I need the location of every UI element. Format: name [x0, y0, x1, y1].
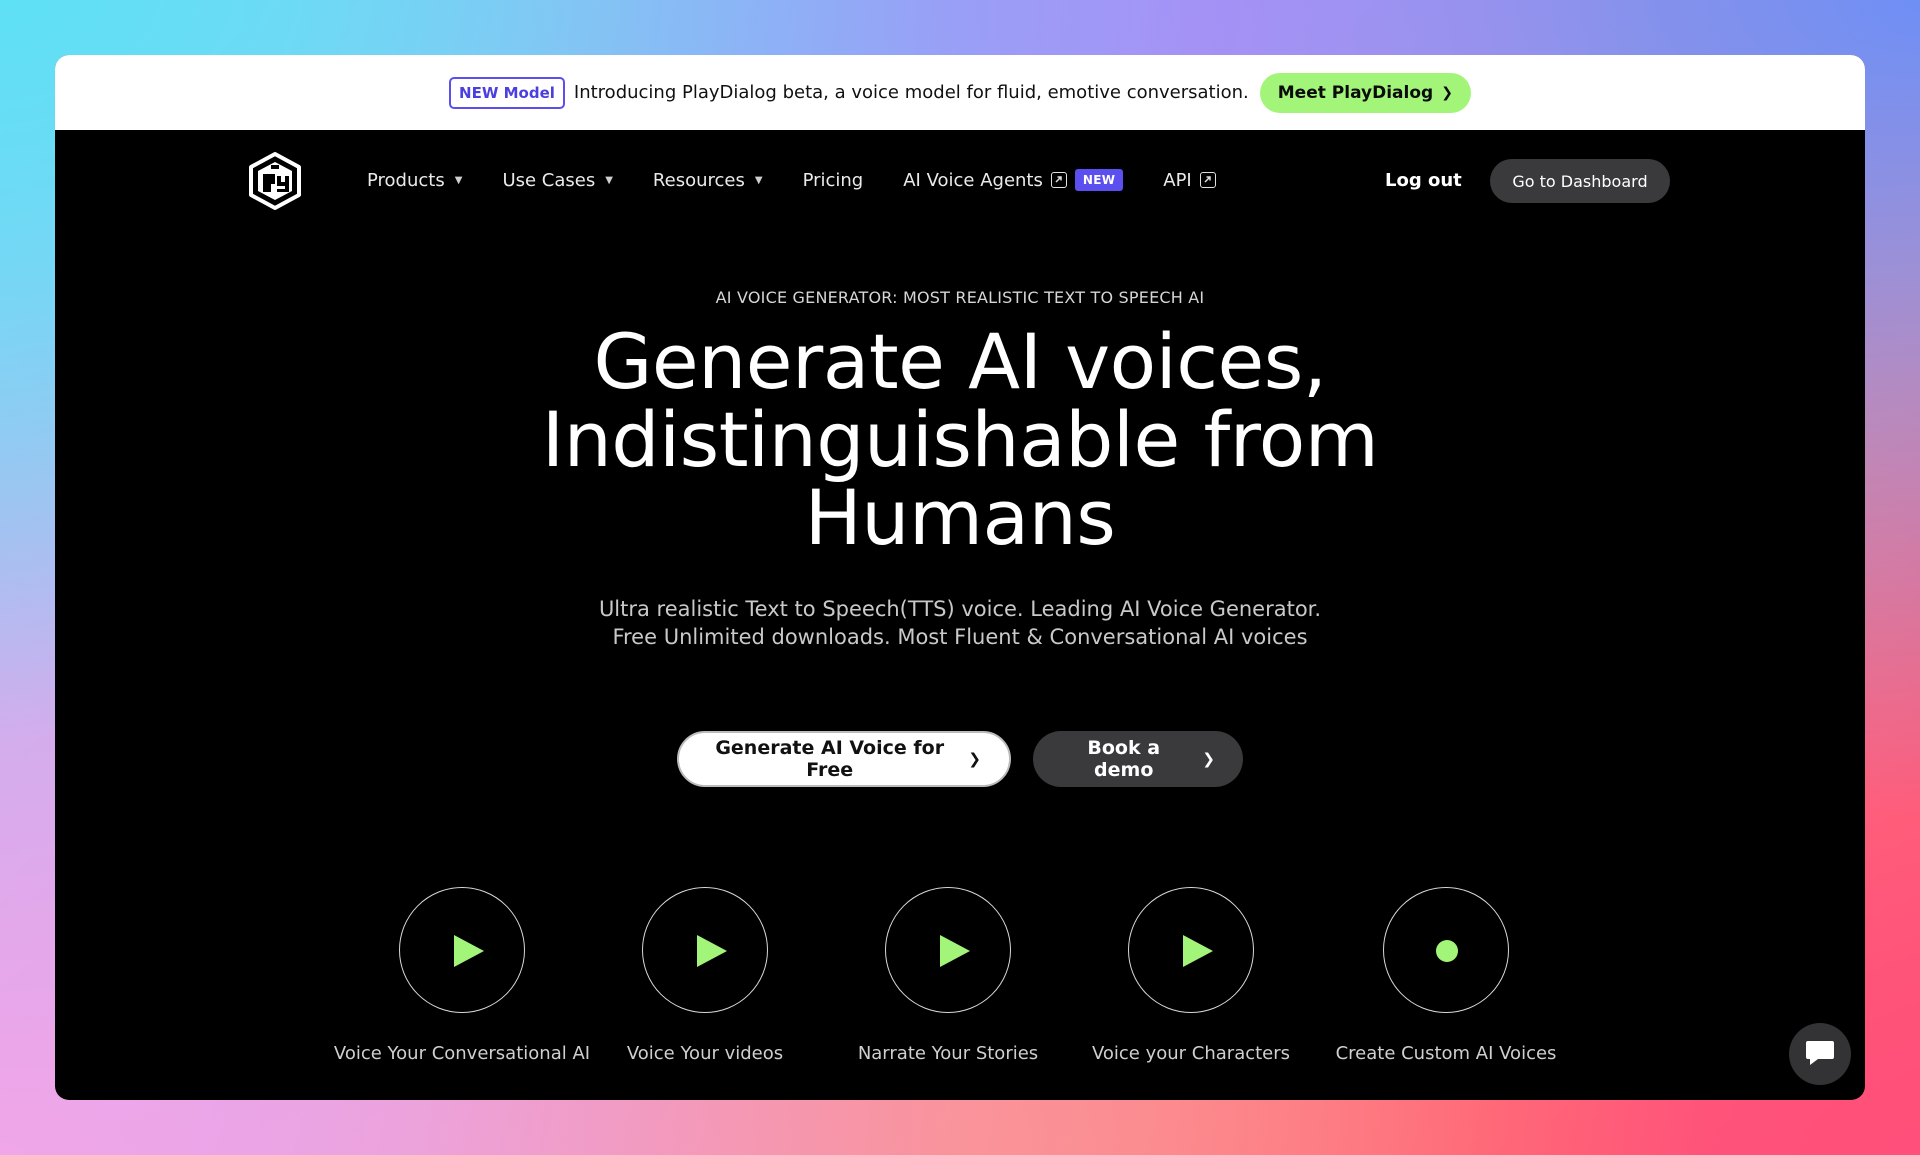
- headline-line: Generate AI voices,: [593, 317, 1327, 406]
- external-link-icon: [1199, 172, 1216, 188]
- nav-item-label: Resources: [652, 169, 745, 191]
- meet-playdialog-button[interactable]: Meet PlayDialog ❯: [1259, 72, 1471, 113]
- nav-item-label: AI Voice Agents: [903, 169, 1043, 191]
- feature-label: Voice your Characters: [1091, 1043, 1291, 1064]
- subtitle-line: Free Unlimited downloads. Most Fluent & …: [612, 625, 1308, 649]
- main-nav: Products ▼ Use Cases ▼ Resources ▼ Prici…: [55, 130, 1865, 230]
- generate-ai-voice-label: Generate AI Voice for Free: [715, 737, 945, 781]
- meet-playdialog-label: Meet PlayDialog: [1277, 82, 1434, 103]
- nav-item-resources[interactable]: Resources ▼: [653, 170, 763, 191]
- generate-ai-voice-button[interactable]: Generate AI Voice for Free ❯: [677, 731, 1011, 787]
- nav-item-api[interactable]: API: [1163, 169, 1216, 191]
- feature-conversational-ai[interactable]: Voice Your Conversational AI: [327, 887, 597, 1064]
- caret-down-icon: ▼: [605, 174, 613, 186]
- new-model-badge: NEW Model: [449, 76, 565, 109]
- playht-logo[interactable]: [248, 152, 302, 210]
- nav-item-use-cases[interactable]: Use Cases ▼: [502, 170, 612, 191]
- nav-item-label: Pricing: [802, 169, 864, 191]
- book-demo-label: Book a demo: [1087, 737, 1161, 781]
- feature-label: Voice Your videos: [626, 1043, 784, 1064]
- record-button[interactable]: [1383, 887, 1509, 1013]
- hero-cta-group: Generate AI Voice for Free ❯ Book a demo…: [55, 731, 1865, 787]
- nav-item-label: Use Cases: [502, 169, 596, 191]
- use-case-row: Voice Your Conversational AI Voice Your …: [55, 887, 1865, 1087]
- feature-label: Narrate Your Stories: [857, 1043, 1039, 1064]
- play-button[interactable]: [885, 887, 1011, 1013]
- feature-stories[interactable]: Narrate Your Stories: [813, 887, 1083, 1064]
- hero-headline: Generate AI voices, Indistinguishable fr…: [460, 323, 1460, 557]
- feature-videos[interactable]: Voice Your videos: [570, 887, 840, 1064]
- chevron-right-icon: ❯: [1202, 750, 1215, 768]
- hero-section: AI VOICE GENERATOR: MOST REALISTIC TEXT …: [55, 230, 1865, 787]
- feature-custom-voices[interactable]: Create Custom AI Voices: [1311, 887, 1581, 1064]
- nav-item-ai-voice-agents[interactable]: AI Voice Agents NEW: [903, 169, 1124, 191]
- logout-link[interactable]: Log out: [1385, 130, 1462, 230]
- play-icon: [454, 935, 484, 967]
- nav-item-products[interactable]: Products ▼: [367, 170, 462, 191]
- browser-window: NEW Model Introducing PlayDialog beta, a…: [55, 55, 1865, 1100]
- chat-bubble-icon: [1806, 1041, 1834, 1065]
- caret-down-icon: ▼: [754, 174, 763, 186]
- external-link-icon: [1050, 172, 1067, 188]
- headline-line: Indistinguishable from: [541, 395, 1379, 484]
- announcement-text: Introducing PlayDialog beta, a voice mod…: [573, 82, 1249, 103]
- chat-widget-button[interactable]: [1789, 1023, 1851, 1085]
- headline-line: Humans: [804, 473, 1116, 562]
- play-button[interactable]: [1128, 887, 1254, 1013]
- play-button[interactable]: [399, 887, 525, 1013]
- nav-item-label: API: [1163, 169, 1192, 191]
- hero-eyebrow: AI VOICE GENERATOR: MOST REALISTIC TEXT …: [715, 288, 1205, 307]
- nav-item-label: Products: [367, 169, 445, 191]
- feature-characters[interactable]: Voice your Characters: [1056, 887, 1326, 1064]
- chevron-right-icon: ❯: [968, 750, 981, 768]
- play-icon: [1183, 935, 1213, 967]
- chevron-right-icon: ❯: [1441, 84, 1453, 101]
- record-dot-icon: [1436, 940, 1458, 962]
- announcement-bar: NEW Model Introducing PlayDialog beta, a…: [55, 55, 1865, 130]
- play-icon: [940, 935, 970, 967]
- go-to-dashboard-button[interactable]: Go to Dashboard: [1490, 159, 1670, 203]
- play-button[interactable]: [642, 887, 768, 1013]
- book-demo-button[interactable]: Book a demo ❯: [1033, 731, 1243, 787]
- feature-label: Create Custom AI Voices: [1335, 1043, 1557, 1064]
- caret-down-icon: ▼: [454, 174, 463, 186]
- new-tag-badge: NEW: [1074, 169, 1124, 191]
- feature-label: Voice Your Conversational AI: [333, 1043, 591, 1064]
- nav-menu: Products ▼ Use Cases ▼ Resources ▼ Prici…: [367, 130, 1256, 230]
- play-icon: [697, 935, 727, 967]
- hero-subtitle: Ultra realistic Text to Speech(TTS) voic…: [510, 595, 1410, 651]
- subtitle-line: Ultra realistic Text to Speech(TTS) voic…: [598, 597, 1322, 621]
- nav-item-pricing[interactable]: Pricing: [803, 170, 864, 191]
